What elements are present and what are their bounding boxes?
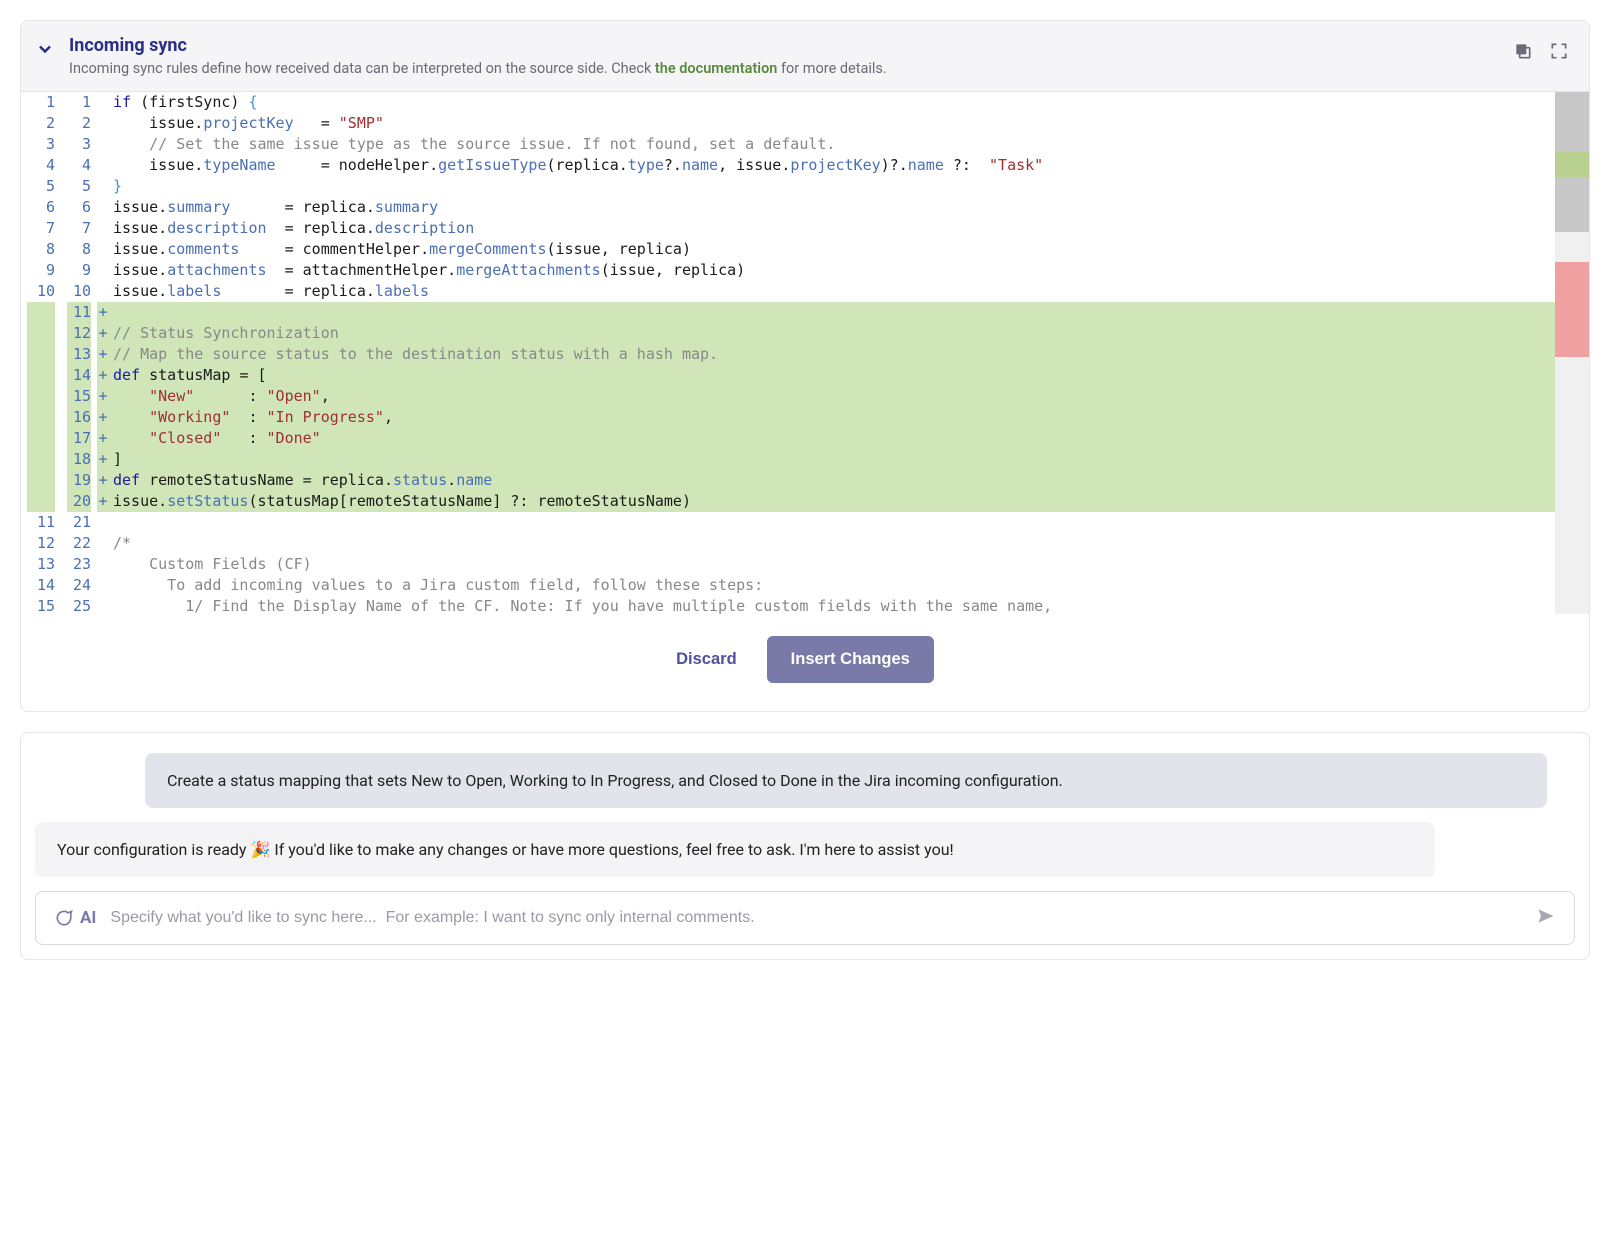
scrollbar-track[interactable] (1555, 92, 1589, 614)
chat-input[interactable] (110, 909, 1522, 927)
fullscreen-icon[interactable] (1549, 41, 1569, 65)
party-popper-icon: 🎉 (250, 840, 270, 859)
copy-icon[interactable] (1513, 41, 1533, 65)
chevron-down-icon[interactable] (35, 39, 59, 63)
panel-title: Incoming sync (69, 35, 1513, 56)
chat-assistant-message: Your configuration is ready 🎉 If you'd l… (35, 822, 1435, 877)
assistant-text-before: Your configuration is ready (57, 840, 250, 859)
subtitle-after: for more details. (777, 60, 886, 77)
minimap-removed-marker (1555, 262, 1589, 357)
send-icon[interactable] (1536, 906, 1556, 930)
assistant-text-after: If you'd like to make any changes or hav… (270, 840, 953, 859)
gutter-right: 1234567891011121314151617181920212223242… (61, 92, 97, 614)
incoming-sync-panel: Incoming sync Incoming sync rules define… (20, 20, 1590, 712)
panel-header: Incoming sync Incoming sync rules define… (21, 21, 1589, 92)
chat-panel: Create a status mapping that sets New to… (20, 732, 1590, 960)
insert-changes-button[interactable]: Insert Changes (767, 636, 934, 683)
discard-button[interactable]: Discard (676, 636, 737, 683)
ai-label-text: AI (80, 908, 96, 928)
gutter-left: 12345678910 1112131415 (21, 92, 61, 614)
ai-label: AI (54, 908, 96, 928)
chat-bubble-icon (54, 908, 74, 928)
chat-input-row: AI (35, 891, 1575, 945)
action-bar: Discard Insert Changes (21, 614, 1589, 711)
documentation-link[interactable]: the documentation (655, 60, 778, 77)
code-editor[interactable]: 12345678910 1112131415 12345678910111213… (21, 92, 1589, 614)
minimap-added-marker (1555, 152, 1589, 177)
code-body[interactable]: if (firstSync) { issue.projectKey = "SMP… (109, 92, 1555, 614)
gutter-marker: ++++++++++ (97, 92, 109, 614)
subtitle-before: Incoming sync rules define how received … (69, 60, 655, 77)
chat-user-message: Create a status mapping that sets New to… (145, 753, 1547, 808)
panel-subtitle: Incoming sync rules define how received … (69, 60, 1513, 77)
